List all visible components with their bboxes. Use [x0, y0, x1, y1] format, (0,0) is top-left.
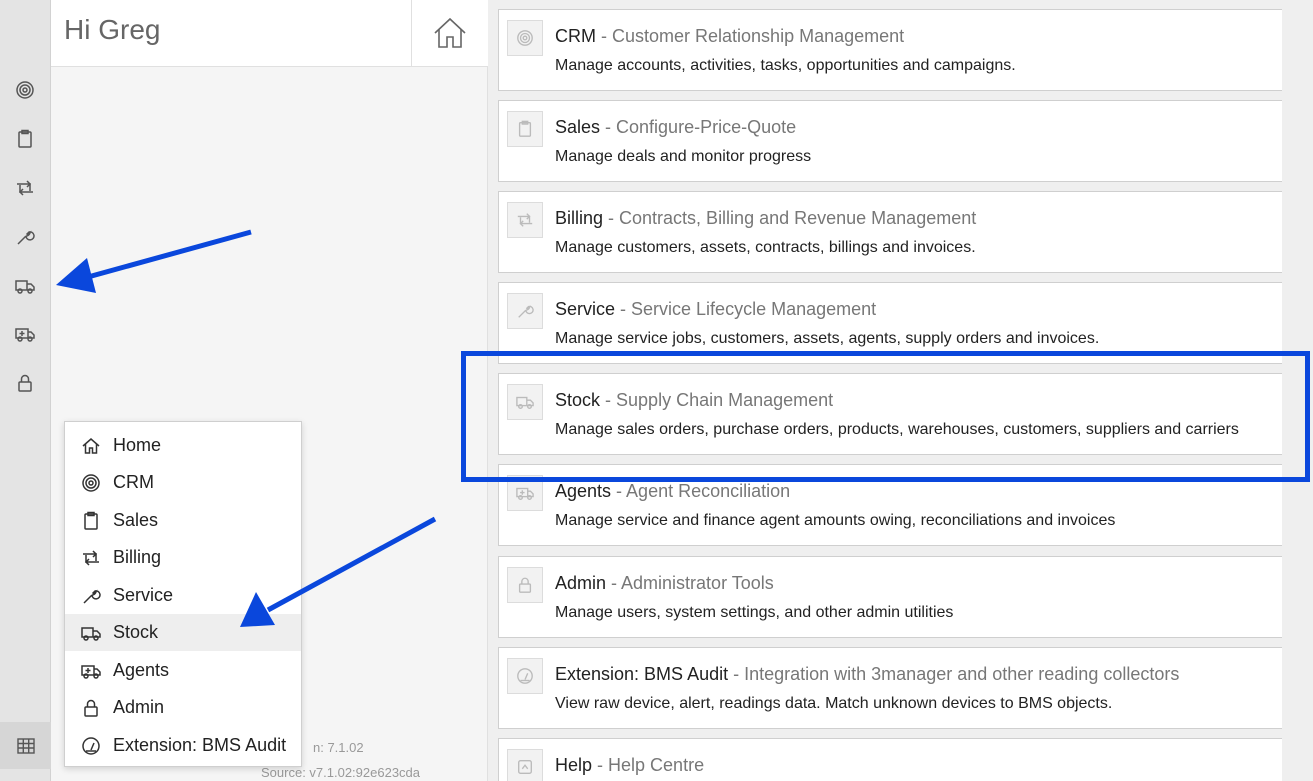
home-icon	[434, 17, 466, 48]
menu-item-crm[interactable]: CRM	[65, 464, 301, 501]
truck-icon[interactable]	[13, 274, 37, 298]
menu-item-sales[interactable]: Sales	[65, 502, 301, 539]
wrench-icon[interactable]	[13, 225, 37, 249]
module-card-help[interactable]: Help - Help Centre	[498, 738, 1282, 781]
module-menu: Home CRM Sales Billing Service Stock Age…	[64, 421, 302, 767]
gauge-icon	[507, 658, 543, 694]
clipboard-icon[interactable]	[13, 127, 37, 151]
module-title: Help - Help Centre	[555, 755, 705, 775]
truck-icon	[79, 621, 103, 645]
wrench-icon	[79, 584, 103, 608]
module-card-sales[interactable]: Sales - Configure-Price-Quote Manage dea…	[498, 100, 1282, 182]
module-title: CRM - Customer Relationship Management	[555, 26, 905, 46]
lock-icon	[507, 567, 543, 603]
module-description: View raw device, alert, readings data. M…	[555, 695, 1113, 712]
clipboard-icon	[79, 509, 103, 533]
menu-item-billing[interactable]: Billing	[65, 539, 301, 576]
menu-item-bms-audit[interactable]: Extension: BMS Audit	[65, 727, 301, 764]
lock-icon	[79, 696, 103, 720]
annotation-highlight-box	[461, 351, 1310, 482]
gauge-icon	[79, 734, 103, 758]
greeting: Hi Greg	[64, 14, 161, 45]
module-title: Agents - Agent Reconciliation	[555, 481, 791, 501]
module-title: Service - Service Lifecycle Management	[555, 299, 877, 319]
target-icon[interactable]	[13, 78, 37, 102]
module-title: Admin - Administrator Tools	[555, 573, 774, 593]
lock-icon[interactable]	[13, 371, 37, 395]
module-card-admin[interactable]: Admin - Administrator Tools Manage users…	[498, 556, 1282, 638]
menu-item-stock[interactable]: Stock	[65, 614, 301, 651]
home-icon	[79, 434, 103, 458]
menu-item-service[interactable]: Service	[65, 577, 301, 614]
module-title: Extension: BMS Audit - Integration with …	[555, 664, 1180, 684]
module-card-billing[interactable]: Billing - Contracts, Billing and Revenue…	[498, 191, 1282, 273]
source-label: Source: v7.1.02:92e623cda	[261, 765, 421, 780]
clipboard-icon	[507, 111, 543, 147]
menu-item-admin[interactable]: Admin	[65, 689, 301, 726]
icon-rail	[0, 0, 51, 781]
panel-header: Hi Greg	[51, 0, 488, 67]
module-description: Manage service jobs, customers, assets, …	[555, 330, 1100, 347]
home-button[interactable]	[411, 0, 488, 66]
repeat-icon	[507, 202, 543, 238]
module-card-bms-audit[interactable]: Extension: BMS Audit - Integration with …	[498, 647, 1282, 729]
module-description: Manage accounts, activities, tasks, oppo…	[555, 57, 1016, 74]
module-description: Manage deals and monitor progress	[555, 148, 812, 165]
module-description: Manage service and finance agent amounts…	[555, 512, 1116, 529]
repeat-icon[interactable]	[13, 176, 37, 200]
ambulance-icon	[79, 659, 103, 683]
menu-item-home[interactable]: Home	[65, 427, 301, 464]
module-title: Sales - Configure-Price-Quote	[555, 117, 797, 137]
wrench-icon	[507, 293, 543, 329]
target-icon	[507, 20, 543, 56]
version-label: n: 7.1.02	[313, 740, 364, 755]
grid-icon[interactable]	[0, 722, 51, 769]
repeat-icon	[79, 546, 103, 570]
ambulance-icon[interactable]	[13, 322, 37, 346]
module-title: Billing - Contracts, Billing and Revenue…	[555, 208, 977, 228]
help-icon	[507, 749, 543, 781]
module-card-crm[interactable]: CRM - Customer Relationship Management M…	[498, 9, 1282, 91]
module-description: Manage users, system settings, and other…	[555, 604, 954, 621]
module-description: Manage customers, assets, contracts, bil…	[555, 239, 976, 256]
menu-item-agents[interactable]: Agents	[65, 652, 301, 689]
target-icon	[79, 471, 103, 495]
